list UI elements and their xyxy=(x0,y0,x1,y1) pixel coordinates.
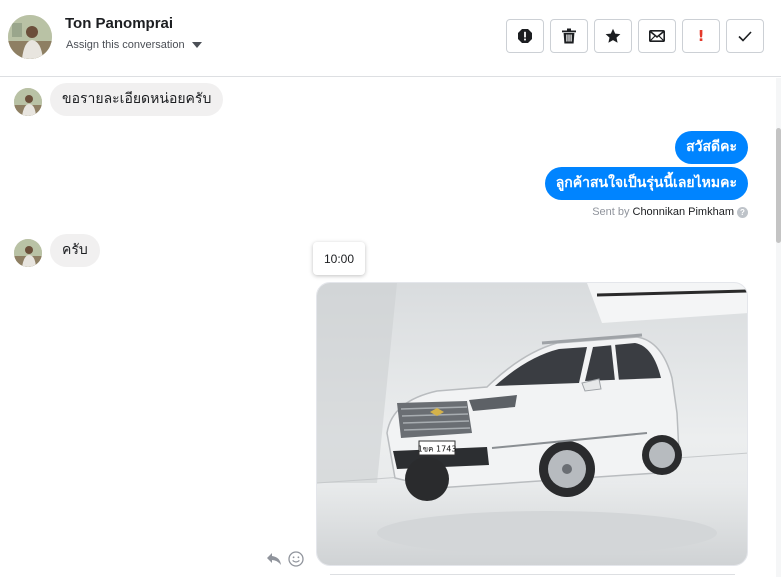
contact-name[interactable]: Ton Panomprai xyxy=(65,15,173,32)
report-spam-icon xyxy=(518,29,532,43)
message-bubble-incoming[interactable]: ครับ xyxy=(50,234,100,267)
assign-label: Assign this conversation xyxy=(66,39,185,51)
timestamp-tooltip: 10:00 xyxy=(313,242,365,275)
conversation-toolbar: ! xyxy=(506,19,764,53)
sent-by-label: Sent by Chonnikan Pimkham ? xyxy=(592,206,748,218)
help-icon[interactable]: ? xyxy=(737,206,748,218)
photo-attachment[interactable]: 1ขค 1743 xyxy=(316,282,748,566)
emoji-icon[interactable] xyxy=(288,551,304,567)
message-bubble-incoming[interactable]: ขอรายละเอียดหน่อยครับ xyxy=(50,83,224,116)
scrollbar-thumb[interactable] xyxy=(776,128,781,243)
conversation-header: Ton Panomprai Assign this conversation ! xyxy=(0,0,781,77)
contact-avatar[interactable] xyxy=(8,15,52,59)
envelope-icon xyxy=(649,30,665,42)
mark-done-button[interactable] xyxy=(726,19,764,53)
check-icon xyxy=(738,30,752,42)
report-spam-button[interactable] xyxy=(506,19,544,53)
message-bubble-outgoing[interactable]: ลูกค้าสนใจเป็นรุ่นนี้เลยไหมคะ xyxy=(544,167,748,200)
delete-button[interactable] xyxy=(550,19,588,53)
sent-by-agent[interactable]: Chonnikan Pimkham xyxy=(633,206,735,218)
exclamation-icon: ! xyxy=(697,27,705,45)
sent-by-prefix: Sent by xyxy=(592,206,630,218)
contact-avatar-small[interactable] xyxy=(14,88,42,116)
mark-unread-button[interactable] xyxy=(638,19,676,53)
assign-conversation-dropdown[interactable]: Assign this conversation xyxy=(66,39,202,51)
trash-icon xyxy=(562,28,576,44)
star-button[interactable] xyxy=(594,19,632,53)
reply-icon[interactable] xyxy=(266,552,282,566)
star-icon xyxy=(605,28,621,43)
contact-avatar-small[interactable] xyxy=(14,239,42,267)
divider xyxy=(330,574,735,575)
message-bubble-outgoing[interactable]: สวัสดีคะ xyxy=(675,131,748,164)
message-actions xyxy=(266,551,304,567)
mark-important-button[interactable]: ! xyxy=(682,19,720,53)
caret-down-icon xyxy=(191,42,202,48)
svg-text:1ขค 1743: 1ขค 1743 xyxy=(418,445,457,454)
